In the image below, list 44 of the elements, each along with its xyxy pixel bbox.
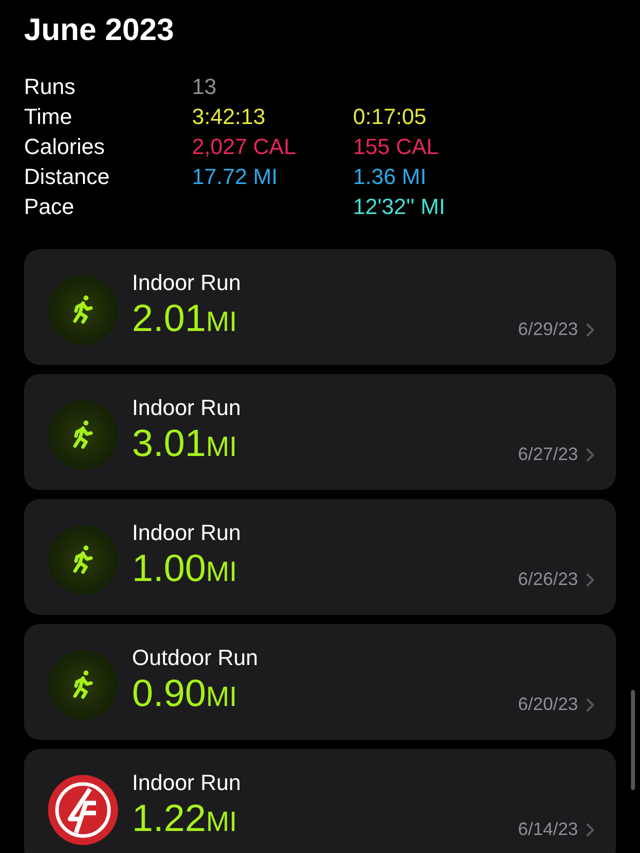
workout-card[interactable]: Indoor Run 1.00MI 6/26/23 [24, 499, 616, 615]
stat-value: 0:17:05 [353, 103, 428, 131]
workout-date: 6/29/23 [518, 319, 578, 340]
workout-name: Indoor Run [132, 769, 242, 797]
stat-value: 1.36 MI [353, 163, 428, 191]
workout-card[interactable]: Indoor Run 1.22MI 6/14/23 [24, 749, 616, 853]
stat-value: 17.72 MI [192, 163, 279, 191]
runner-icon [48, 275, 118, 345]
workout-name: Indoor Run [132, 519, 242, 547]
stat-label: Pace [24, 193, 76, 221]
stat-label: Runs [24, 73, 76, 101]
workout-name: Indoor Run [132, 269, 242, 297]
stat-label: Distance [24, 163, 111, 191]
chevron-icon [586, 822, 594, 836]
workout-date: 6/20/23 [518, 694, 578, 715]
workout-card[interactable]: Indoor Run 2.01MI 6/29/23 [24, 249, 616, 365]
workout-distance: 3.01MI [132, 422, 238, 467]
workout-distance: 0.90MI [132, 672, 238, 717]
stat-label: Calories [24, 133, 106, 161]
chevron-icon [586, 322, 594, 336]
stat-label: Time [24, 103, 74, 131]
runner-icon [48, 400, 118, 470]
stat-value: 13 [192, 73, 218, 101]
stat-value: 3:42:13 [192, 103, 266, 131]
workout-distance: 1.00MI [132, 547, 238, 592]
stat-value: 2,027 CAL [192, 133, 297, 161]
chevron-icon [586, 698, 594, 712]
workout-card[interactable]: Indoor Run 3.01MI 6/27/23 [24, 374, 616, 490]
workout-name: Indoor Run [132, 394, 242, 422]
chevron-icon [586, 448, 594, 462]
runner-icon [48, 650, 118, 720]
page-title: June 2023 [24, 12, 175, 48]
logo-icon [48, 775, 118, 845]
workout-date: 6/27/23 [518, 444, 578, 465]
workout-date: 6/26/23 [518, 569, 578, 590]
runner-icon [48, 525, 118, 595]
chevron-icon [586, 572, 594, 586]
workout-date: 6/14/23 [518, 819, 578, 840]
workout-card[interactable]: Outdoor Run 0.90MI 6/20/23 [24, 624, 616, 740]
workout-distance: 2.01MI [132, 297, 238, 342]
stat-value: 12'32'' MI [353, 193, 446, 221]
workout-name: Outdoor Run [132, 644, 259, 672]
stat-value: 155 CAL [353, 133, 440, 161]
workout-distance: 1.22MI [132, 797, 238, 842]
